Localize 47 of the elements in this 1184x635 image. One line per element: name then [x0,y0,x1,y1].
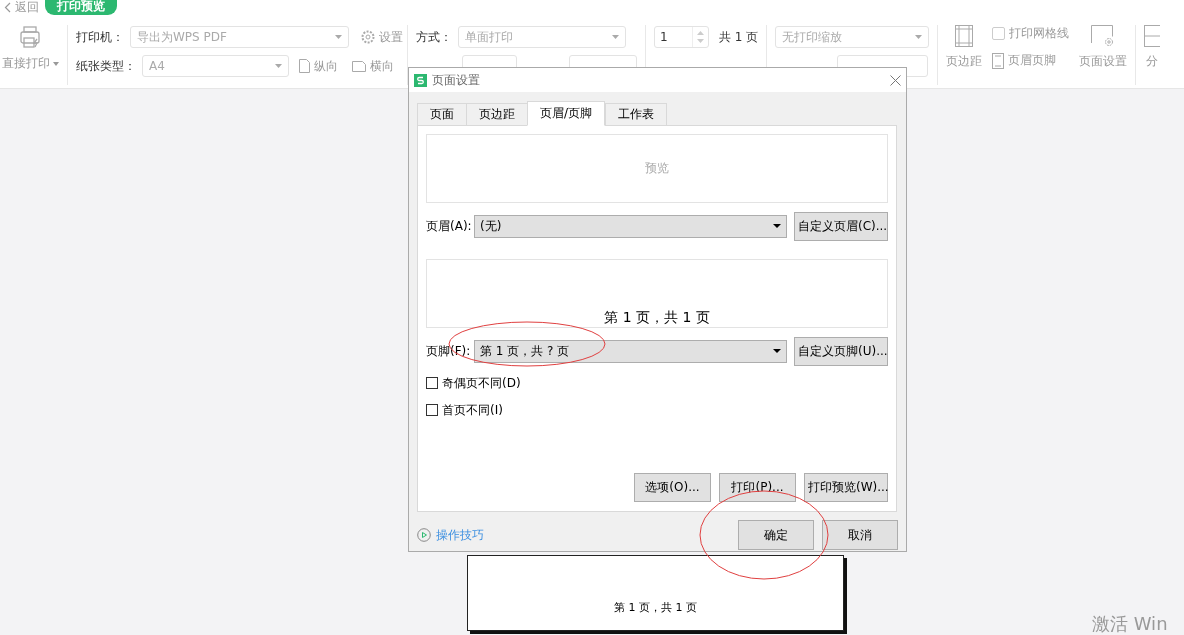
activation-notice: 激活 Win [1092,612,1168,635]
dialog-button[interactable]: 打印预览(W)... [804,473,888,502]
paper-type-label: 纸张类型： [76,57,136,75]
caret-icon [335,35,342,39]
dialog-tab[interactable]: 页面 [417,103,466,126]
page-footer-text: 第 1 页，共 1 页 [614,600,697,616]
mode-badge: 打印预览 [45,0,117,15]
spinner-arrows-icon[interactable] [697,29,704,45]
cancel-button[interactable]: 取消 [822,520,898,550]
caret-icon [612,35,619,39]
page-icon [992,52,1005,69]
portrait-page-icon [299,59,310,73]
dialog-button[interactable]: 打印(P)... [719,473,796,502]
split-page-icon [1144,25,1161,47]
close-icon[interactable] [890,74,901,86]
caret-icon [275,64,282,68]
caret-icon [53,61,59,66]
caret-icon [915,35,923,39]
page-gear-icon [1091,25,1116,47]
gear-icon [361,30,375,44]
dialog-button[interactable]: 选项(O)... [634,473,711,502]
custom-footer-button[interactable]: 自定义页脚(U)... [794,336,888,366]
page-count: 共 1 页 [719,28,759,46]
dialog-tab[interactable]: 页眉/页脚 [527,101,606,126]
footer-dropdown[interactable]: 第 1 页，共 ? 页 [474,339,787,363]
landscape-page-icon [352,60,366,72]
checkbox[interactable]: 首页不同(I) [426,403,888,417]
caret-icon [773,349,781,353]
printer-label: 打印机： [76,28,124,46]
printer-icon [18,25,43,49]
header-dropdown[interactable]: (无) [474,214,787,238]
ok-button[interactable]: 确定 [738,520,814,550]
preview-label: 预览 [645,160,669,177]
play-icon [417,528,431,542]
page-field[interactable]: 1 [654,26,709,48]
header-label: 页眉(A): [426,217,473,235]
dialog-tab[interactable]: 页边距 [466,103,527,126]
caret-icon [773,224,781,228]
checkbox[interactable]: 奇偶页不同(D) [426,376,888,390]
dialog-tab[interactable]: 工作表 [605,103,668,126]
margins-icon [955,25,974,47]
footer-label: 页脚(F): [426,342,472,360]
footer-preview-text: 第 1 页，共 1 页 [604,309,710,327]
custom-header-button[interactable]: 自定义页眉(C)... [794,211,888,241]
dialog-title: 页面设置 [432,71,481,89]
mode-label: 方式： [416,28,452,46]
chevron-left-icon [4,2,11,13]
